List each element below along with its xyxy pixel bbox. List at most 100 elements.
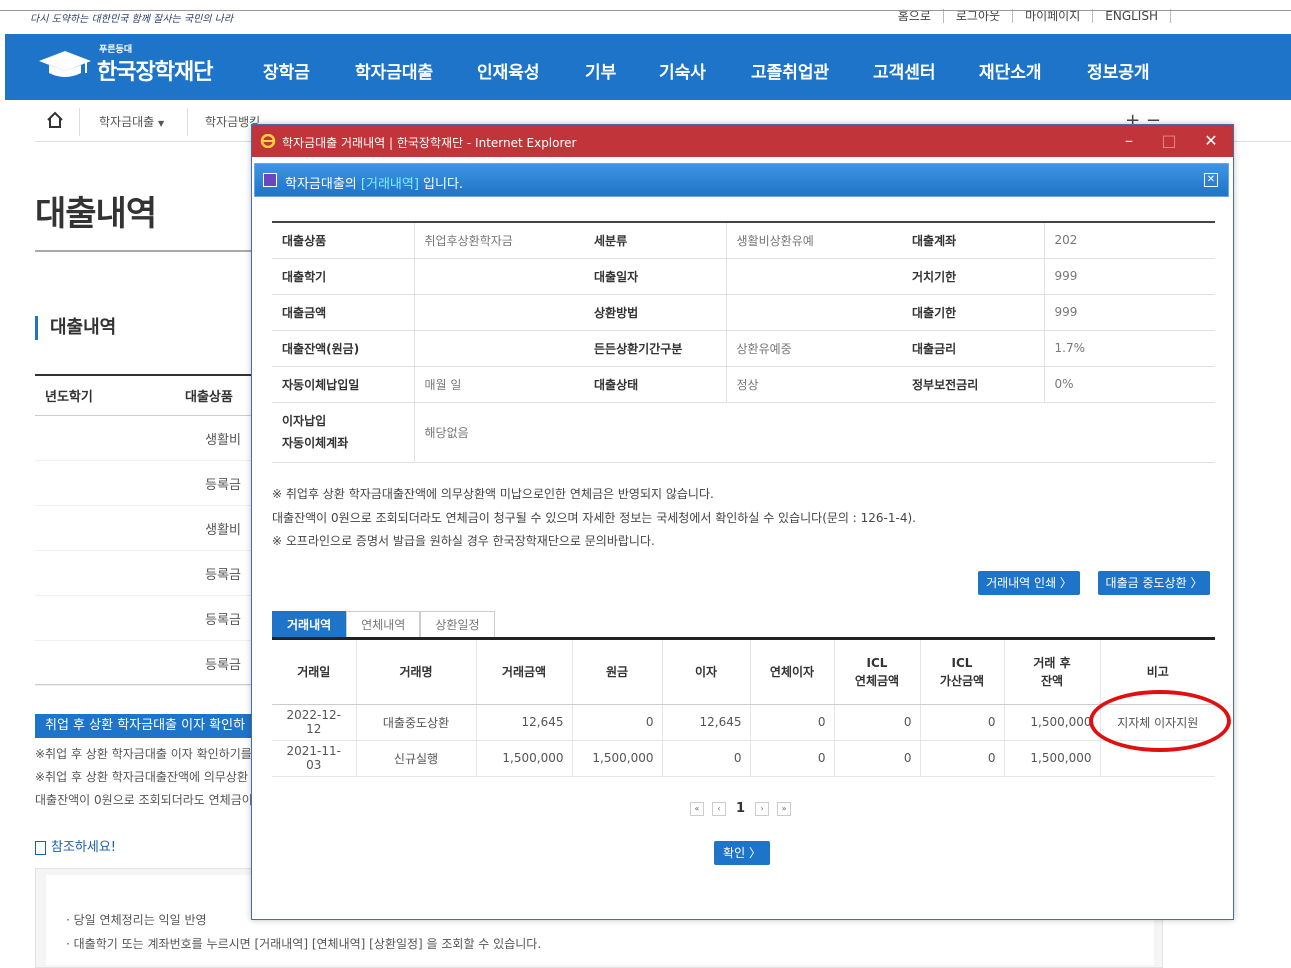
gnb-item-talent[interactable]: 인재육성 xyxy=(477,58,585,83)
mypage-link[interactable]: 마이페이지 xyxy=(1012,9,1092,23)
info-label-line: 자동이체계좌 xyxy=(282,436,349,450)
popup-note: ※ 오프라인으로 증명서 발급을 원하실 경우 한국장학재단으로 문의바랍니다. xyxy=(272,534,655,548)
gnb-item-loan[interactable]: 학자금대출 xyxy=(355,58,477,83)
info-line-text: 당일 연체정리는 익일 반영 xyxy=(73,913,207,927)
loan-list-table: 년도학기 대출상품 생활비 등록금 생활비 등록금 등록금 등록금 xyxy=(35,374,255,686)
info-value xyxy=(414,294,584,331)
table-cell: 0 xyxy=(834,740,921,777)
gnb-item-about[interactable]: 재단소개 xyxy=(979,58,1087,83)
header-highlight: [거래내역] xyxy=(360,177,419,192)
check-interest-button[interactable]: 취업 후 상환 학자금대출 이자 확인하기 xyxy=(35,714,253,757)
next-page-icon[interactable]: › xyxy=(755,801,770,816)
print-transactions-button[interactable]: 거래내역 인쇄 〉 xyxy=(978,571,1080,595)
section-title: 대출내역 xyxy=(35,316,116,340)
table-row[interactable]: 등록금 xyxy=(35,641,255,686)
window-titlebar[interactable]: 학자금대출 거래내역 | 한국장학재단 - Internet Explorer … xyxy=(252,125,1233,157)
breadcrumb-item-loan[interactable]: 학자금대출 ▼ xyxy=(99,113,164,130)
table-row[interactable]: 등록금 xyxy=(35,551,255,596)
column-header: 연체이자 xyxy=(750,640,835,705)
info-value: 해당없음 xyxy=(414,402,1215,463)
tab-repayment-schedule[interactable]: 상환일정 xyxy=(420,611,495,637)
home-link[interactable]: 홈으로 xyxy=(886,9,943,23)
prev-page-icon[interactable]: ‹ xyxy=(712,801,726,816)
table-cell: 대출중도상환 xyxy=(356,704,477,741)
table-row[interactable]: 등록금 xyxy=(35,461,255,506)
chevron-down-icon: ▼ xyxy=(158,119,165,128)
column-header: 거래 후 잔액 xyxy=(1004,640,1101,705)
tab-transactions[interactable]: 거래내역 xyxy=(272,611,347,637)
info-value: 매월 일 xyxy=(414,366,584,403)
logout-link[interactable]: 로그아웃 xyxy=(942,9,1012,23)
header-product: 대출상품 xyxy=(185,390,233,405)
maximize-icon[interactable]: □ xyxy=(1157,131,1181,150)
home-icon[interactable] xyxy=(45,110,65,130)
current-page[interactable]: 1 xyxy=(736,801,745,816)
table-cell: 0 xyxy=(572,704,663,741)
info-line: · 당일 연체정리는 익일 반영 xyxy=(66,913,207,927)
reference-heading: 참조하세요! xyxy=(35,836,116,855)
column-header: ICL 연체금액 xyxy=(834,640,921,705)
popup-note: ※ 취업후 상환 학자금대출잔액에 의무상환액 미납으로인한 연체금은 반영되지… xyxy=(272,487,714,501)
column-header: 거래일 xyxy=(272,640,357,705)
column-header: 이자 xyxy=(662,640,751,705)
table-row[interactable]: 등록금 xyxy=(35,596,255,641)
popup-close-icon[interactable]: ✕ xyxy=(1204,173,1218,187)
info-row: 대출상품 취업후상환학자금 세분류 생활비상환유예 대출계좌 202 xyxy=(272,222,1215,259)
gnb-menu: 장학금 학자금대출 인재육성 기부 기숙사 고졸취업관 고객센터 재단소개 정보… xyxy=(263,58,1167,83)
table-cell: 2021-11-03 xyxy=(272,740,357,777)
tab-overdue[interactable]: 연체내역 xyxy=(346,611,421,637)
info-value: 0% xyxy=(1044,366,1215,403)
info-value: 202 xyxy=(1044,222,1215,259)
pagination: « ‹ 1 › » xyxy=(686,801,795,816)
reference-label: 참조하세요! xyxy=(51,840,117,855)
info-row: 대출금액 상환방법 대출기한 999 xyxy=(272,294,1215,331)
transaction-popup-window: 학자금대출 거래내역 | 한국장학재단 - Internet Explorer … xyxy=(251,124,1234,920)
tab-bar: 거래내역 연체내역 상환일정 xyxy=(272,611,495,637)
info-label: 대출기한 xyxy=(902,294,1045,331)
gnb-item-scholarship[interactable]: 장학금 xyxy=(263,58,355,83)
breadcrumb-divider xyxy=(187,108,188,136)
gnb-item-dormitory[interactable]: 기숙사 xyxy=(659,58,751,83)
gnb-item-highschool-jobs[interactable]: 고졸취업관 xyxy=(751,58,873,83)
info-row: 대출잔액(원금) 든든상환기간구분 상환유예중 대출금리 1.7% xyxy=(272,330,1215,367)
table-cell: 신규실행 xyxy=(356,740,477,777)
table-cell: 12,645 xyxy=(662,704,751,741)
table-header: 년도학기 대출상품 xyxy=(35,376,255,416)
column-header: ICL 가산금액 xyxy=(920,640,1005,705)
gnb-item-donation[interactable]: 기부 xyxy=(585,58,659,83)
confirm-button[interactable]: 확인 〉 xyxy=(714,841,770,865)
minimize-icon[interactable]: – xyxy=(1117,131,1141,150)
table-cell: 1,500,000 xyxy=(572,740,663,777)
note-line: ※취업 후 상환 학자금대출잔액에 의무상환 xyxy=(35,770,248,784)
info-label: 대출계좌 xyxy=(902,222,1045,259)
info-label: 상환방법 xyxy=(584,294,727,331)
info-label: 대출상태 xyxy=(584,366,727,403)
info-value: 상환유예중 xyxy=(726,330,902,367)
logo-subtitle: 푸른등대 xyxy=(99,45,133,55)
first-page-icon[interactable]: « xyxy=(690,801,704,816)
gnb-item-disclosure[interactable]: 정보공개 xyxy=(1087,58,1167,83)
info-label: 자동이체납입일 xyxy=(272,366,415,403)
english-link[interactable]: ENGLISH xyxy=(1092,9,1171,23)
early-repayment-button[interactable]: 대출금 중도상환 〉 xyxy=(1098,571,1210,595)
breadcrumb-label: 학자금대출 xyxy=(99,115,155,129)
page-title: 대출내역 xyxy=(35,194,157,234)
site-logo[interactable]: 푸른등대 한국장학재단 xyxy=(37,44,213,86)
transaction-table: 거래일 거래명 거래금액 원금 이자 연체이자 ICL 연체금액 ICL 가산금액 거래 후 잔… xyxy=(272,640,1215,777)
info-label: 세분류 xyxy=(584,222,727,259)
window-icon xyxy=(263,173,277,187)
table-cell: 0 xyxy=(920,740,1005,777)
close-icon[interactable]: ✕ xyxy=(1199,131,1223,150)
table-row: 2021-11-03 신규실행 1,500,000 1,500,000 0 0 0 0 1,50… xyxy=(272,740,1215,777)
info-value xyxy=(726,294,902,331)
info-row: 대출학기 대출일자 거치기한 999 xyxy=(272,258,1215,295)
table-cell: 0 xyxy=(920,704,1005,741)
gnb-item-customer-center[interactable]: 고객센터 xyxy=(873,58,979,83)
table-row[interactable]: 생활비 xyxy=(35,506,255,551)
note-line: 대출잔액이 0원으로 조회되더라도 연체금이 xyxy=(35,793,253,807)
info-value xyxy=(414,258,584,295)
last-page-icon[interactable]: » xyxy=(777,801,792,816)
header-prefix: 학자금대출의 xyxy=(285,177,361,192)
table-row[interactable]: 생활비 xyxy=(35,416,255,461)
column-header: 거래금액 xyxy=(476,640,573,705)
